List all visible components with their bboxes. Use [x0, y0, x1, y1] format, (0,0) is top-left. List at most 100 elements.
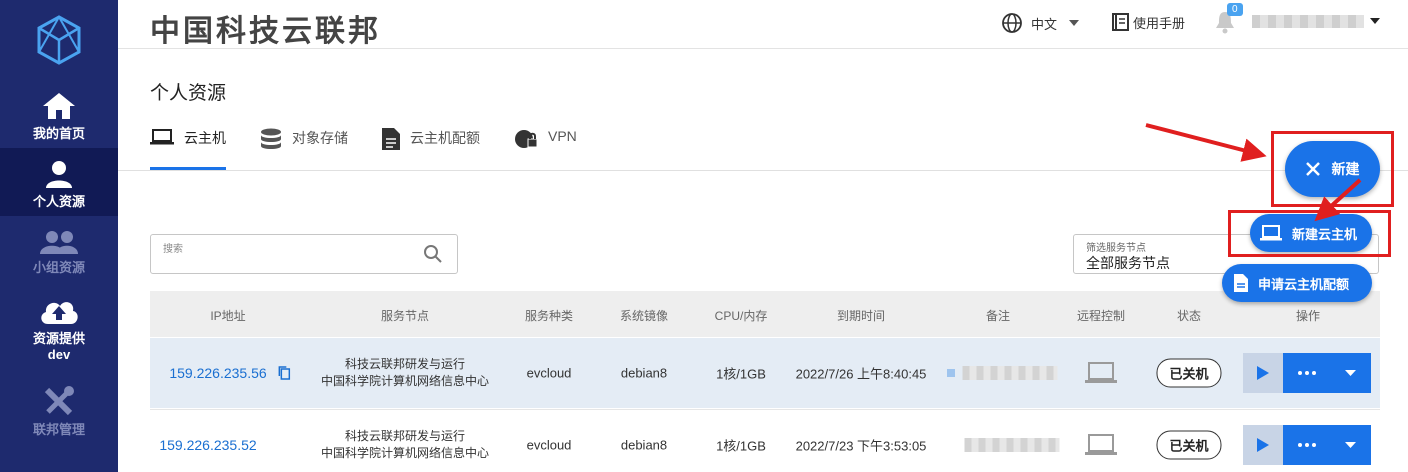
node-line1: 科技云联邦研发与运行	[344, 357, 466, 371]
tab-vm[interactable]: 云主机	[150, 124, 226, 170]
expire-cell: 2022/7/23 下午3:53:05	[795, 438, 927, 454]
arrow-to-fab	[1145, 123, 1267, 162]
column-header: 到期时间	[836, 309, 886, 323]
node-line1: 科技云联邦研发与运行	[344, 429, 466, 443]
cpu-mem-cell: 1核/1GB	[716, 438, 766, 454]
status-badge: 已关机	[1156, 358, 1222, 388]
tab-label: 云主机配额	[410, 130, 480, 146]
service-node-cell: 科技云联邦研发与运行 中国科学院计算机网络信息中心	[321, 428, 489, 462]
group-icon	[40, 231, 78, 254]
table-row[interactable]: 159.226.235.56 科技云联邦研发与运行 中国科学院计算机网络信息中心…	[150, 338, 1380, 408]
cpu-mem-cell: 1核/1GB	[716, 366, 766, 382]
search-icon[interactable]	[423, 244, 443, 264]
sidebar-item-sublabel: dev	[47, 347, 71, 362]
node-line2: 中国科学院计算机网络信息中心	[320, 374, 490, 388]
sidebar: 我的首页 个人资源 小组资源 资源提供 dev 联邦管理	[0, 0, 118, 472]
row-actions	[1243, 353, 1371, 393]
sidebar-item-label: 我的首页	[32, 126, 85, 141]
copy-icon[interactable]	[278, 366, 291, 380]
chevron-down-icon	[1345, 442, 1357, 448]
column-header: 服务种类	[524, 309, 574, 323]
filter-label: 筛选服务节点	[1086, 243, 1146, 254]
cloud-upload-icon	[41, 302, 78, 324]
remote-console-icon[interactable]	[1085, 361, 1117, 385]
column-header: 系统镜像	[619, 309, 669, 323]
service-type-cell: evcloud	[526, 365, 572, 381]
more-actions-button[interactable]	[1283, 353, 1371, 393]
start-button[interactable]	[1243, 425, 1283, 465]
user-icon	[46, 161, 72, 188]
note-marker	[947, 369, 955, 377]
play-icon	[1257, 438, 1269, 452]
sidebar-item-federation[interactable]: 联邦管理	[0, 386, 118, 438]
column-header: 服务节点	[380, 309, 430, 323]
ip-link[interactable]: 159.226.235.52	[159, 437, 256, 453]
note-redacted[interactable]	[962, 366, 1058, 380]
column-header: 远程控制	[1076, 309, 1126, 323]
column-header: CPU/内存	[714, 309, 768, 323]
status-badge: 已关机	[1156, 430, 1222, 460]
tab-vpn[interactable]: VPN	[514, 124, 577, 170]
table-row[interactable]: 159.226.235.52 科技云联邦研发与运行 中国科学院计算机网络信息中心…	[150, 409, 1380, 472]
column-header: 备注	[985, 309, 1011, 323]
globe-icon	[1002, 13, 1022, 33]
laptop-icon	[150, 129, 174, 145]
row-actions	[1243, 425, 1371, 465]
expire-cell: 2022/7/26 上午8:40:45	[795, 366, 927, 382]
tools-icon	[44, 386, 74, 416]
tab-label: 云主机	[184, 130, 226, 146]
service-node-cell: 科技云联邦研发与运行 中国科学院计算机网络信息中心	[321, 356, 489, 390]
sidebar-item-home[interactable]: 我的首页	[0, 92, 118, 142]
tabs-divider	[118, 170, 1408, 171]
menu-label: 申请云主机配额	[1258, 276, 1350, 292]
more-icon	[1297, 371, 1316, 375]
manual-label: 使用手册	[1133, 15, 1186, 31]
column-header: 操作	[1295, 309, 1321, 323]
search-input[interactable]: 搜索	[150, 234, 458, 274]
highlight-box	[1228, 210, 1391, 257]
node-line2: 中国科学院计算机网络信息中心	[320, 446, 490, 460]
column-header: IP地址	[210, 309, 246, 323]
page-title: 个人资源	[150, 83, 227, 104]
ip-link[interactable]: 159.226.235.56	[169, 365, 266, 381]
chevron-down-icon	[1069, 20, 1080, 26]
sidebar-item-personal[interactable]: 个人资源	[0, 148, 118, 216]
play-icon	[1257, 366, 1269, 380]
user-menu-chevron-icon[interactable]	[1370, 18, 1380, 24]
sidebar-item-provider[interactable]: 资源提供 dev	[0, 297, 118, 362]
column-header: 状态	[1176, 309, 1202, 323]
notification-badge: 0	[1227, 3, 1243, 16]
book-icon	[1112, 13, 1129, 31]
home-icon	[43, 93, 75, 119]
globe-lock-icon	[515, 130, 538, 148]
image-cell: debian8	[620, 365, 668, 381]
sidebar-item-label: 小组资源	[32, 260, 85, 275]
top-header: 中国科技云联邦 中文 使用手册 0	[118, 0, 1408, 49]
logo-icon	[37, 15, 81, 65]
start-button[interactable]	[1243, 353, 1283, 393]
tab-object-storage[interactable]: 对象存储	[260, 124, 348, 170]
sidebar-item-label: 联邦管理	[32, 422, 85, 437]
remote-console-icon[interactable]	[1085, 433, 1117, 457]
sidebar-item-label: 个人资源	[32, 194, 85, 209]
service-type-cell: evcloud	[526, 437, 572, 453]
apply-vm-quota-button[interactable]: 申请云主机配额	[1222, 264, 1372, 302]
user-name-redacted[interactable]	[1252, 15, 1364, 28]
language-selector[interactable]: 中文	[1001, 12, 1080, 34]
manual-link[interactable]: 使用手册	[1110, 12, 1185, 32]
tab-label: VPN	[548, 128, 577, 144]
ip-cell: 159.226.235.56	[169, 365, 291, 381]
tab-label: 对象存储	[292, 130, 348, 146]
search-placeholder: 搜索	[163, 244, 183, 255]
note-redacted[interactable]	[964, 438, 1060, 452]
brand-title: 中国科技云联邦	[150, 14, 381, 49]
database-icon	[261, 128, 281, 149]
document-icon	[382, 128, 400, 150]
sidebar-item-group[interactable]: 小组资源	[0, 230, 118, 276]
filter-value: 全部服务节点	[1086, 255, 1170, 271]
table-header: IP地址 服务节点 服务种类 系统镜像 CPU/内存 到期时间 备注 远程控制 …	[150, 291, 1380, 337]
sidebar-item-label: 资源提供	[32, 331, 85, 346]
more-actions-button[interactable]	[1283, 425, 1371, 465]
resource-tabs: 云主机 对象存储 云主机配额 VPN	[150, 124, 611, 170]
tab-vm-quota[interactable]: 云主机配额	[382, 124, 480, 170]
